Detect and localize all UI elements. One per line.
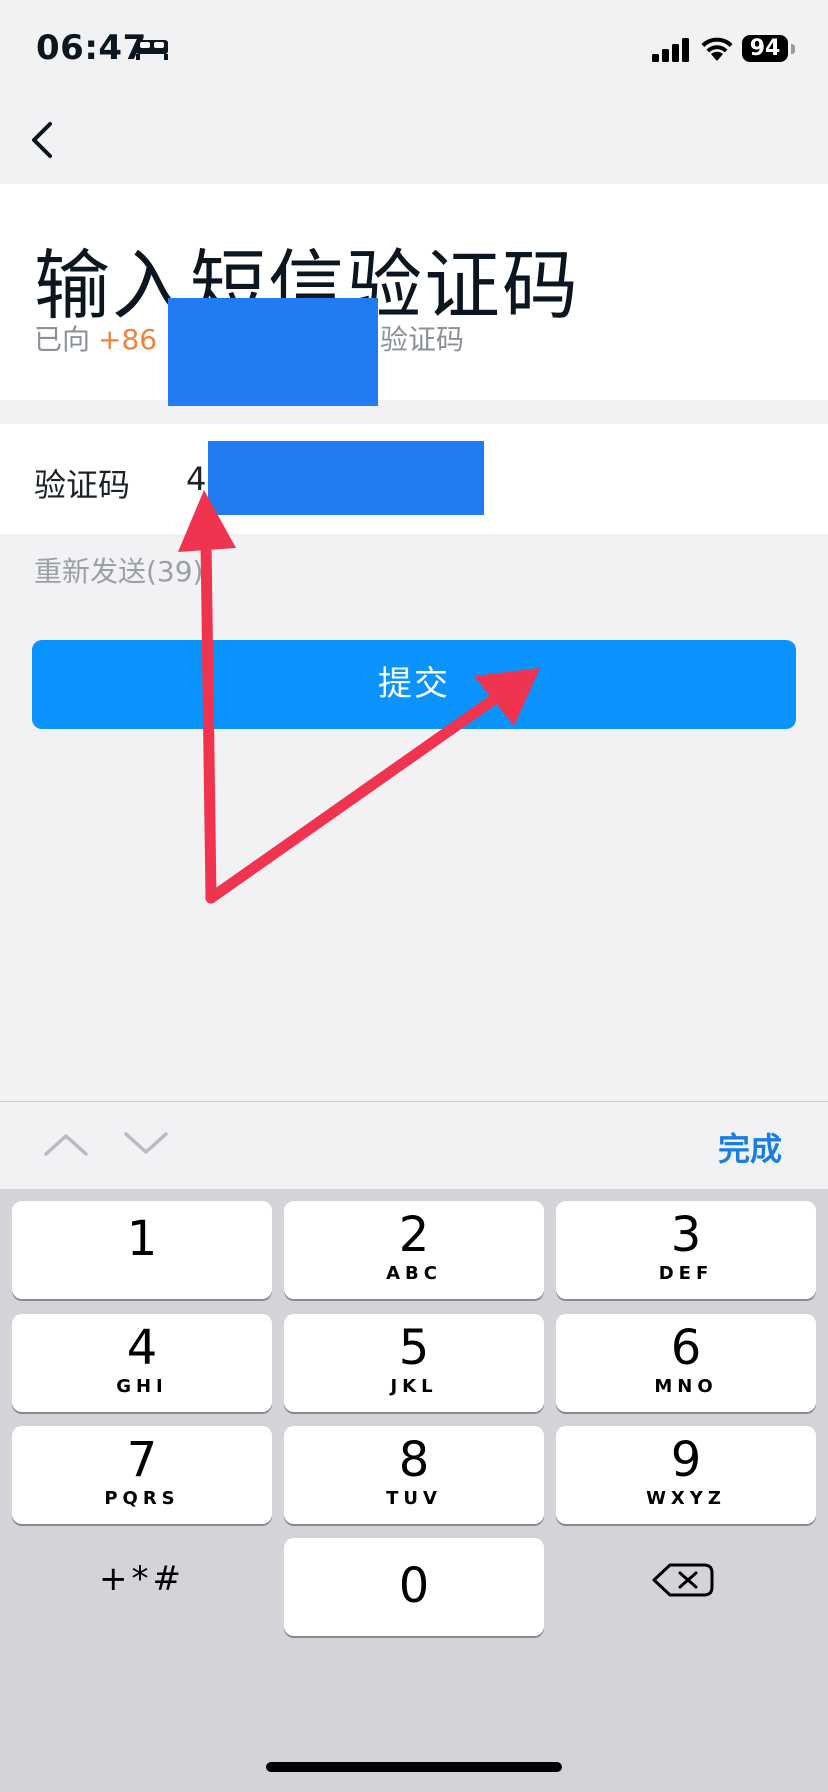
- key-6[interactable]: 6 MNO: [556, 1314, 816, 1412]
- key-digit: 2: [398, 1207, 430, 1263]
- sleep-focus-icon: [136, 40, 168, 60]
- key-9[interactable]: 9 WXYZ: [556, 1426, 816, 1524]
- key-digit: 8: [398, 1432, 430, 1488]
- key-digit: 3: [670, 1207, 702, 1263]
- key-digit: 4: [126, 1320, 158, 1376]
- header-card: 输入短信验证码 已向 +86 1 验证码: [0, 184, 828, 400]
- sms-verification-screen: 06:47 94 输入短信验证码 已向 +86 1 验证码 验证码 4 重新发送…: [0, 0, 828, 1792]
- keyboard-accessory-bar: 完成: [0, 1101, 828, 1189]
- battery-tip: [791, 44, 795, 54]
- status-time: 06:47: [36, 28, 147, 68]
- sent-prefix: 已向: [34, 323, 91, 356]
- key-2[interactable]: 2 ABC: [284, 1201, 544, 1299]
- key-letters: DEF: [658, 1263, 714, 1284]
- home-indicator: [266, 1762, 562, 1772]
- code-label: 验证码: [34, 466, 131, 504]
- battery-icon: 94: [742, 35, 788, 62]
- key-digit: 0: [398, 1558, 430, 1614]
- battery-level: 94: [749, 36, 781, 61]
- key-letters: PQRS: [104, 1488, 180, 1509]
- resend-button[interactable]: 重新发送(39): [34, 550, 203, 590]
- backspace-icon[interactable]: [556, 1530, 816, 1628]
- key-letters: ABC: [386, 1263, 442, 1284]
- key-letters: WXYZ: [646, 1488, 726, 1509]
- key-digit: 9: [670, 1432, 702, 1488]
- key-8[interactable]: 8 TUV: [284, 1426, 544, 1524]
- symbols-key[interactable]: +*#: [12, 1530, 272, 1628]
- key-letters: MNO: [654, 1376, 718, 1397]
- key-0[interactable]: 0: [284, 1538, 544, 1636]
- key-digit: 1: [126, 1211, 158, 1267]
- key-5[interactable]: 5 JKL: [284, 1314, 544, 1412]
- done-button[interactable]: 完成: [718, 1124, 782, 1170]
- code-redaction: [208, 441, 484, 515]
- chevron-left-icon[interactable]: [22, 112, 68, 168]
- key-7[interactable]: 7 PQRS: [12, 1426, 272, 1524]
- key-letters: JKL: [390, 1376, 438, 1397]
- sent-info: 已向 +86 1 验证码: [34, 318, 464, 358]
- cellular-signal-icon: [652, 38, 689, 62]
- submit-button[interactable]: 提交: [32, 640, 796, 729]
- sent-suffix: 验证码: [380, 323, 465, 356]
- phone-redaction: [168, 298, 378, 406]
- key-letters: TUV: [386, 1488, 442, 1509]
- key-digit: 7: [126, 1432, 158, 1488]
- key-3[interactable]: 3 DEF: [556, 1201, 816, 1299]
- status-bar: 06:47 94: [0, 0, 828, 100]
- key-1[interactable]: 1: [12, 1201, 272, 1299]
- wifi-icon: [701, 37, 733, 61]
- key-digit: 5: [398, 1320, 430, 1376]
- key-digit: 6: [670, 1320, 702, 1376]
- chevron-down-icon[interactable]: [124, 1130, 168, 1158]
- key-letters: GHI: [116, 1376, 168, 1397]
- key-4[interactable]: 4 GHI: [12, 1314, 272, 1412]
- chevron-up-icon[interactable]: [44, 1130, 88, 1158]
